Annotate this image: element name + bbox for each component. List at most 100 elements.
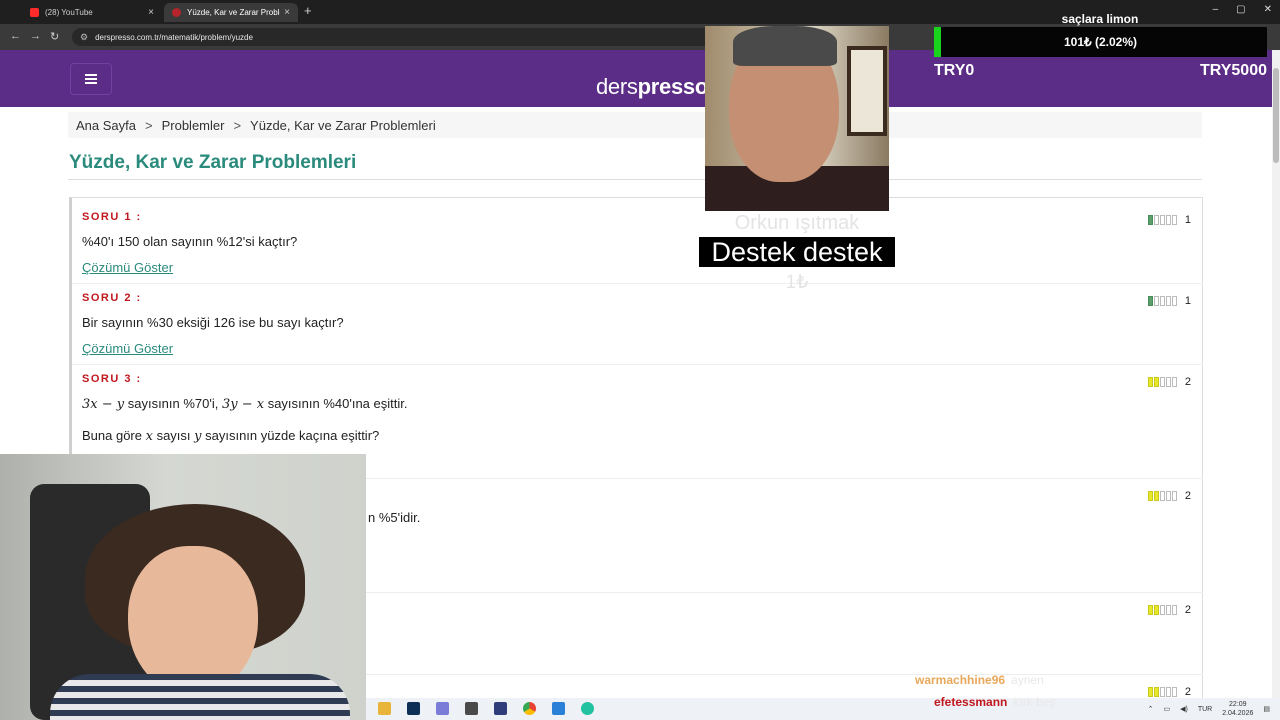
site-settings-icon[interactable]: ⚙ <box>80 32 88 43</box>
scrollbar-thumb[interactable] <box>1273 68 1279 163</box>
math-expression: 3y − x <box>221 397 265 412</box>
difficulty-value: 2 <box>1184 376 1191 388</box>
difficulty-indicator: 2 <box>1147 376 1191 388</box>
difficulty-value: 2 <box>1184 490 1191 502</box>
chat-message: warmachhine96 aynen <box>915 673 1044 687</box>
difficulty-indicator: 1 <box>1147 214 1191 226</box>
clock[interactable]: 22:09 2.04.2026 <box>1222 700 1253 718</box>
difficulty-value: 1 <box>1184 295 1191 307</box>
breadcrumb-home[interactable]: Ana Sayfa <box>76 118 136 133</box>
page-title: Yüzde, Kar ve Zarar Problemleri <box>69 152 357 173</box>
difficulty-indicator: 2 <box>1147 490 1191 502</box>
game-controller-icon[interactable] <box>436 702 449 715</box>
clock-date: 2.04.2026 <box>1222 710 1254 717</box>
page-scrollbar[interactable] <box>1272 50 1280 698</box>
question-text-line-2: Buna göre x sayısı y sayısının yüzde kaç… <box>82 428 379 444</box>
donation-goal-title: saçlara limon <box>1061 12 1139 26</box>
donation-name: Orkun ışıtmak <box>734 212 860 234</box>
minimize-button[interactable]: – <box>1213 4 1219 15</box>
close-tab-icon[interactable]: × <box>284 7 290 18</box>
difficulty-indicator: 1 <box>1147 295 1191 307</box>
text-fragment: sayısının yüzde kaçına eşittir? <box>201 428 380 443</box>
youtube-icon <box>30 8 39 17</box>
difficulty-indicator: 2 <box>1147 686 1191 698</box>
show-solution-link[interactable]: Çözümü Göster <box>82 260 173 275</box>
text-fragment: sayısının %70'i, <box>124 396 222 411</box>
app-icon[interactable] <box>552 702 565 715</box>
chrome-icon[interactable] <box>523 702 536 715</box>
site-logo[interactable]: derspresso <box>596 74 708 100</box>
difficulty-bars <box>1147 605 1177 615</box>
new-tab-button[interactable]: + <box>304 3 312 18</box>
tab-title: (28) YouTube <box>45 8 93 17</box>
vpn-icon[interactable] <box>581 702 594 715</box>
question-label: SORU 2 : <box>82 292 142 304</box>
windows-taskbar: ⌃ ▭ ◀) TUR 22:09 2.04.2026 ▤ <box>366 698 1280 720</box>
show-solution-link[interactable]: Çözümü Göster <box>82 341 173 356</box>
url-text: derspresso.com.tr/matematik/problem/yuzd… <box>95 32 253 42</box>
breadcrumb-separator: > <box>233 117 242 133</box>
text-fragment: sayısının %40'ına eşittir. <box>264 396 408 411</box>
tab-youtube[interactable]: (28) YouTube × <box>22 3 162 22</box>
text-fragment: Buna göre <box>82 428 146 443</box>
clock-time: 22:09 <box>1229 701 1247 708</box>
math-expression: 3x − y <box>82 397 125 412</box>
question-label: SORU 1 : <box>82 211 142 223</box>
question-2: SORU 2 : Bir sayının %30 eksiği 126 ise … <box>72 284 1203 365</box>
difficulty-bars <box>1147 215 1177 225</box>
breadcrumb: Ana Sayfa > Problemler > Yüzde, Kar ve Z… <box>68 112 1202 138</box>
question-text-line-1: 3x − y sayısının %70'i, 3y − x sayısının… <box>82 396 407 412</box>
maximize-button[interactable]: ▢ <box>1236 4 1245 15</box>
tab-derspresso[interactable]: Yüzde, Kar ve Zarar Problemleri × <box>164 3 298 22</box>
breadcrumb-separator: > <box>145 117 153 133</box>
window-controls: – ▢ ✕ <box>1213 4 1272 15</box>
question-1: SORU 1 : %40'ı 150 olan sayının %12'si k… <box>72 198 1203 284</box>
difficulty-value: 2 <box>1184 604 1191 616</box>
forward-button[interactable]: → <box>30 30 41 42</box>
site-header: derspresso <box>0 50 1280 107</box>
difficulty-bars <box>1147 296 1177 306</box>
logo-text-bold: presso <box>637 74 709 99</box>
chat-message: efetessmann kırk beş <box>934 695 1055 709</box>
notification-icon[interactable]: ▤ <box>1263 705 1270 713</box>
donation-goal-max: TRY5000 <box>1200 62 1267 79</box>
divider <box>68 179 1202 180</box>
file-explorer-icon[interactable] <box>378 702 391 715</box>
streamer-webcam <box>0 454 366 720</box>
volume-icon[interactable]: ◀) <box>1180 705 1188 713</box>
minecraft-icon[interactable] <box>465 702 478 715</box>
intellij-icon[interactable] <box>494 702 507 715</box>
difficulty-value: 2 <box>1184 686 1191 698</box>
difficulty-bars <box>1147 491 1177 501</box>
back-button[interactable]: ← <box>10 30 21 42</box>
logo-text-light: ders <box>596 74 638 99</box>
hamburger-icon <box>85 78 97 80</box>
reload-button[interactable]: ↻ <box>50 30 59 43</box>
donation-goal-progress: 101₺ (2.02%) <box>1063 35 1137 49</box>
hamburger-menu-button[interactable] <box>70 63 112 95</box>
donation-message: Destek destek <box>699 237 895 267</box>
donation-goal-bar: 101₺ (2.02%) <box>934 27 1267 57</box>
system-tray: ⌃ ▭ ◀) TUR 22:09 2.04.2026 ▤ <box>1148 700 1270 718</box>
breadcrumb-problems[interactable]: Problemler <box>162 118 225 133</box>
difficulty-bars <box>1147 687 1177 697</box>
close-window-button[interactable]: ✕ <box>1264 4 1272 15</box>
tab-title: Yüzde, Kar ve Zarar Problemleri <box>187 8 280 17</box>
address-bar[interactable]: ⚙ derspresso.com.tr/matematik/problem/yu… <box>72 28 712 46</box>
photoshop-icon[interactable] <box>407 702 420 715</box>
network-icon[interactable]: ▭ <box>1163 705 1170 713</box>
donation-goal-min: TRY0 <box>934 62 975 79</box>
chat-text: kırk beş <box>1013 695 1056 709</box>
derspresso-icon <box>172 8 181 17</box>
close-tab-icon[interactable]: × <box>148 7 154 18</box>
text-fragment: sayısı <box>152 428 195 443</box>
screen: (28) YouTube × Yüzde, Kar ve Zarar Probl… <box>0 0 1280 720</box>
difficulty-indicator: 2 <box>1147 604 1191 616</box>
language-indicator[interactable]: TUR <box>1198 706 1212 713</box>
chat-username: warmachhine96 <box>915 673 1006 687</box>
chevron-up-icon[interactable]: ⌃ <box>1148 705 1154 713</box>
donation-amount: 1₺ <box>785 272 809 293</box>
math-variable: x <box>145 429 153 444</box>
donation-alert-video <box>705 26 889 211</box>
question-text-fragment: n %5'idir. <box>368 510 421 525</box>
